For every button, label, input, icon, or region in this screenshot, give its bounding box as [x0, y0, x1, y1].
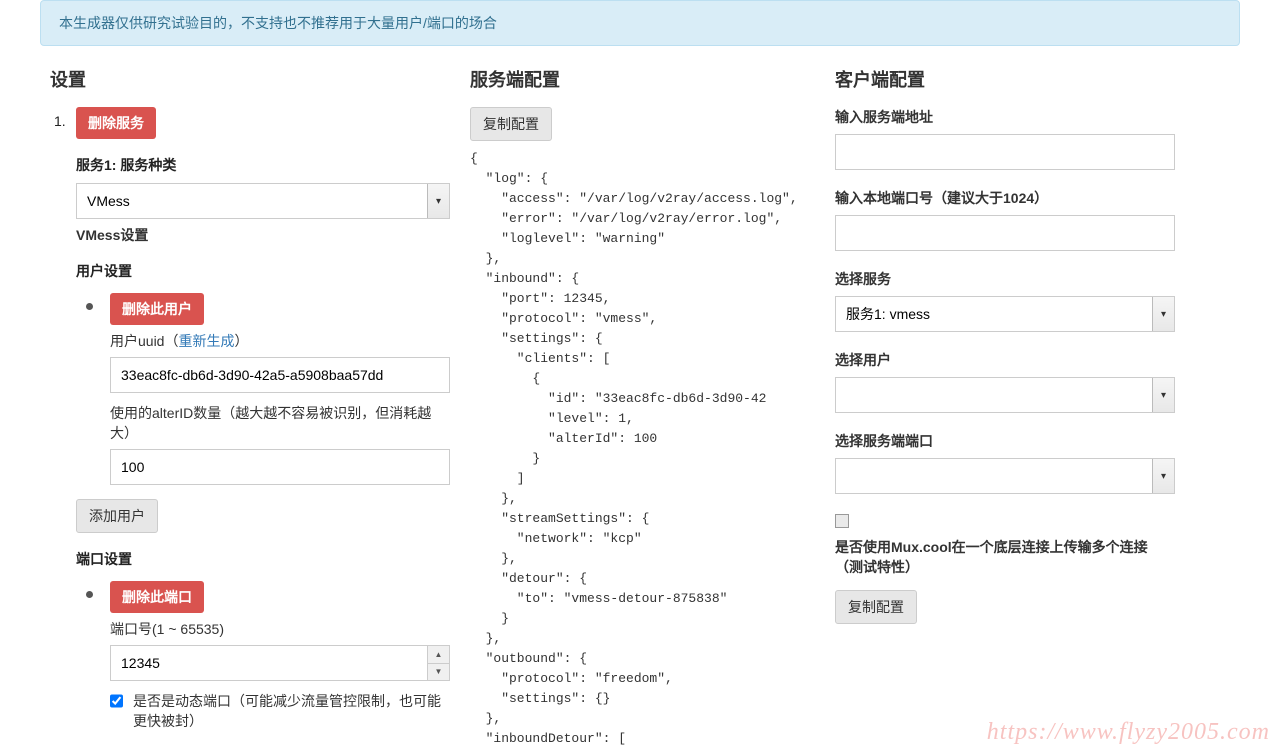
- select-port-dropdown[interactable]: [835, 458, 1175, 494]
- local-port-input[interactable]: [835, 215, 1175, 251]
- user-settings-heading: 用户设置: [76, 261, 450, 281]
- dynamic-port-checkbox[interactable]: [110, 694, 123, 708]
- delete-port-button[interactable]: 删除此端口: [110, 581, 204, 613]
- alterid-label: 使用的alterID数量（越大越不容易被识别，但消耗越大）: [110, 403, 450, 443]
- select-service-dropdown[interactable]: 服务1: vmess: [835, 296, 1175, 332]
- list-marker: 1.: [54, 113, 66, 129]
- uuid-label-prefix: 用户uuid（: [110, 333, 178, 349]
- port-label: 端口号(1 ~ 65535): [110, 619, 450, 639]
- service-type-select[interactable]: VMess: [76, 183, 450, 219]
- local-port-label: 输入本地端口号（建议大于1024）: [835, 188, 1175, 208]
- select-user-dropdown[interactable]: [835, 377, 1175, 413]
- dynamic-port-label: 是否是动态端口（可能减少流量管控限制，也可能更快被封）: [133, 691, 450, 731]
- chevron-up-icon: ▲: [428, 646, 449, 664]
- vmess-heading: VMess设置: [76, 225, 450, 245]
- copy-server-config-button[interactable]: 复制配置: [470, 107, 552, 141]
- service-type-label: 服务1: 服务种类: [76, 155, 450, 175]
- uuid-label-suffix: ）: [234, 333, 248, 349]
- info-alert: 本生成器仅供研究试验目的，不支持也不推荐用于大量用户/端口的场合: [40, 0, 1240, 46]
- server-address-label: 输入服务端地址: [835, 107, 1175, 127]
- copy-client-config-button[interactable]: 复制配置: [835, 590, 917, 624]
- port-input[interactable]: [110, 645, 450, 681]
- add-user-button[interactable]: 添加用户: [76, 499, 158, 533]
- mux-label: 是否使用Mux.cool在一个底层连接上传输多个连接（测试特性）: [835, 537, 1175, 577]
- chevron-down-icon: ▼: [428, 664, 449, 681]
- select-user-label: 选择用户: [835, 350, 1175, 370]
- client-config-heading: 客户端配置: [835, 66, 1175, 92]
- bullet-icon: [86, 591, 93, 598]
- number-stepper[interactable]: ▲ ▼: [427, 646, 449, 680]
- mux-checkbox[interactable]: [835, 514, 849, 528]
- regenerate-uuid-link[interactable]: 重新生成: [178, 333, 234, 349]
- select-port-label: 选择服务端端口: [835, 431, 1175, 451]
- uuid-input[interactable]: [110, 357, 450, 393]
- bullet-icon: [86, 303, 93, 310]
- alterid-input[interactable]: [110, 449, 450, 485]
- settings-heading: 设置: [50, 66, 450, 92]
- server-config-code: { "log": { "access": "/var/log/v2ray/acc…: [470, 149, 815, 749]
- server-config-heading: 服务端配置: [470, 66, 815, 92]
- delete-service-button[interactable]: 删除服务: [76, 107, 156, 139]
- delete-user-button[interactable]: 删除此用户: [110, 293, 204, 325]
- server-address-input[interactable]: [835, 134, 1175, 170]
- port-settings-heading: 端口设置: [76, 549, 450, 569]
- select-service-label: 选择服务: [835, 269, 1175, 289]
